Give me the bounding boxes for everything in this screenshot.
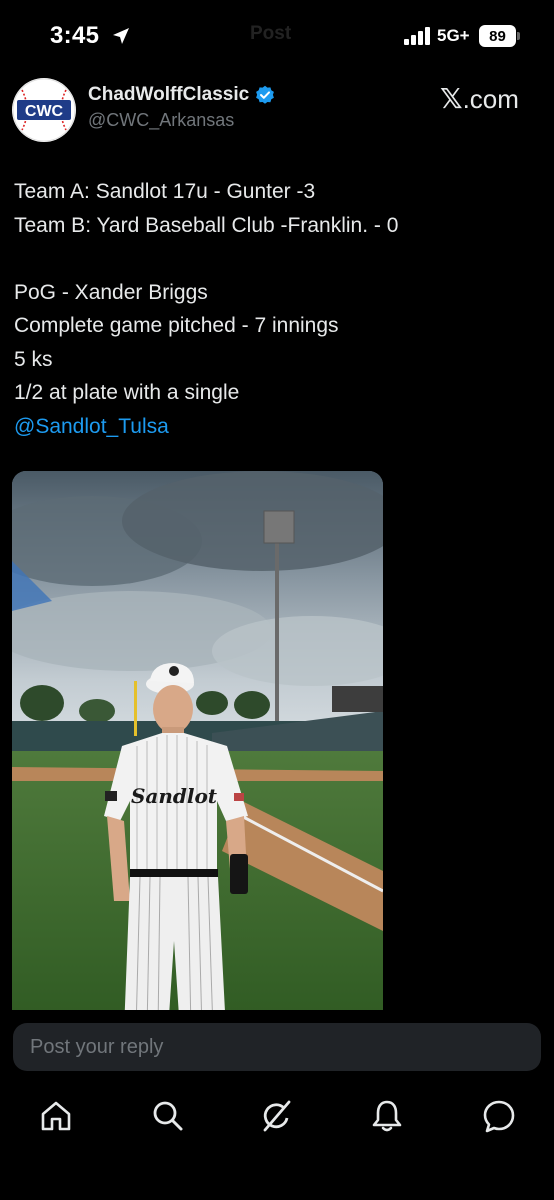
jersey-text: Sandlot — [131, 784, 218, 808]
post-text: Team A: Sandlot 17u - Gunter -3 Team B: … — [14, 175, 544, 443]
battery-icon: 89 — [479, 25, 516, 47]
verified-badge-icon — [256, 85, 275, 104]
status-time: 3:45 — [50, 22, 100, 49]
notifications-icon[interactable] — [369, 1098, 405, 1134]
display-name-row[interactable]: ChadWolffClassic — [88, 84, 275, 106]
baseball-player-photo: Sandlot — [12, 471, 383, 1031]
post-line-batting: 1/2 at plate with a single — [14, 381, 240, 404]
x-logo-icon: 𝕏 — [440, 83, 463, 114]
home-icon[interactable] — [38, 1098, 74, 1134]
post-line-team-a: Team A: Sandlot 17u - Gunter -3 — [14, 180, 316, 203]
baseball-logo-icon: CWC — [12, 78, 76, 142]
post-line-strikeouts: 5 ks — [14, 347, 53, 371]
cellular-signal-icon — [404, 27, 430, 45]
x-com-link[interactable]: 𝕏 .com — [440, 82, 519, 115]
faded-page-title: Post — [250, 23, 292, 44]
messages-icon[interactable] — [481, 1098, 517, 1134]
reply-placeholder: Post your reply — [30, 1035, 164, 1058]
x-com-domain: .com — [462, 84, 519, 114]
post-line-pog: PoG - Xander Briggs — [14, 280, 208, 304]
search-icon[interactable] — [150, 1098, 186, 1134]
avatar-logo-text: CWC — [25, 103, 64, 120]
mention-link[interactable]: @Sandlot_Tulsa — [14, 410, 544, 444]
battery-level: 89 — [489, 27, 506, 45]
display-name[interactable]: ChadWolffClassic — [88, 84, 249, 106]
post-media-image[interactable]: Sandlot — [12, 471, 383, 1031]
grok-icon[interactable] — [258, 1098, 294, 1134]
user-handle[interactable]: @CWC_Arkansas — [88, 110, 234, 131]
post-line-team-b: Team B: Yard Baseball Club -Franklin. - … — [14, 213, 399, 237]
location-arrow-icon — [113, 28, 129, 44]
battery-cap — [517, 32, 520, 40]
network-label: 5G+ — [437, 26, 470, 45]
status-bar: 3:45 Post 5G+ 89 — [0, 0, 554, 72]
reply-input[interactable]: Post your reply — [13, 1023, 541, 1071]
avatar[interactable]: CWC — [12, 78, 76, 142]
post-line-complete-game: Complete game pitched - 7 innings — [14, 314, 339, 337]
